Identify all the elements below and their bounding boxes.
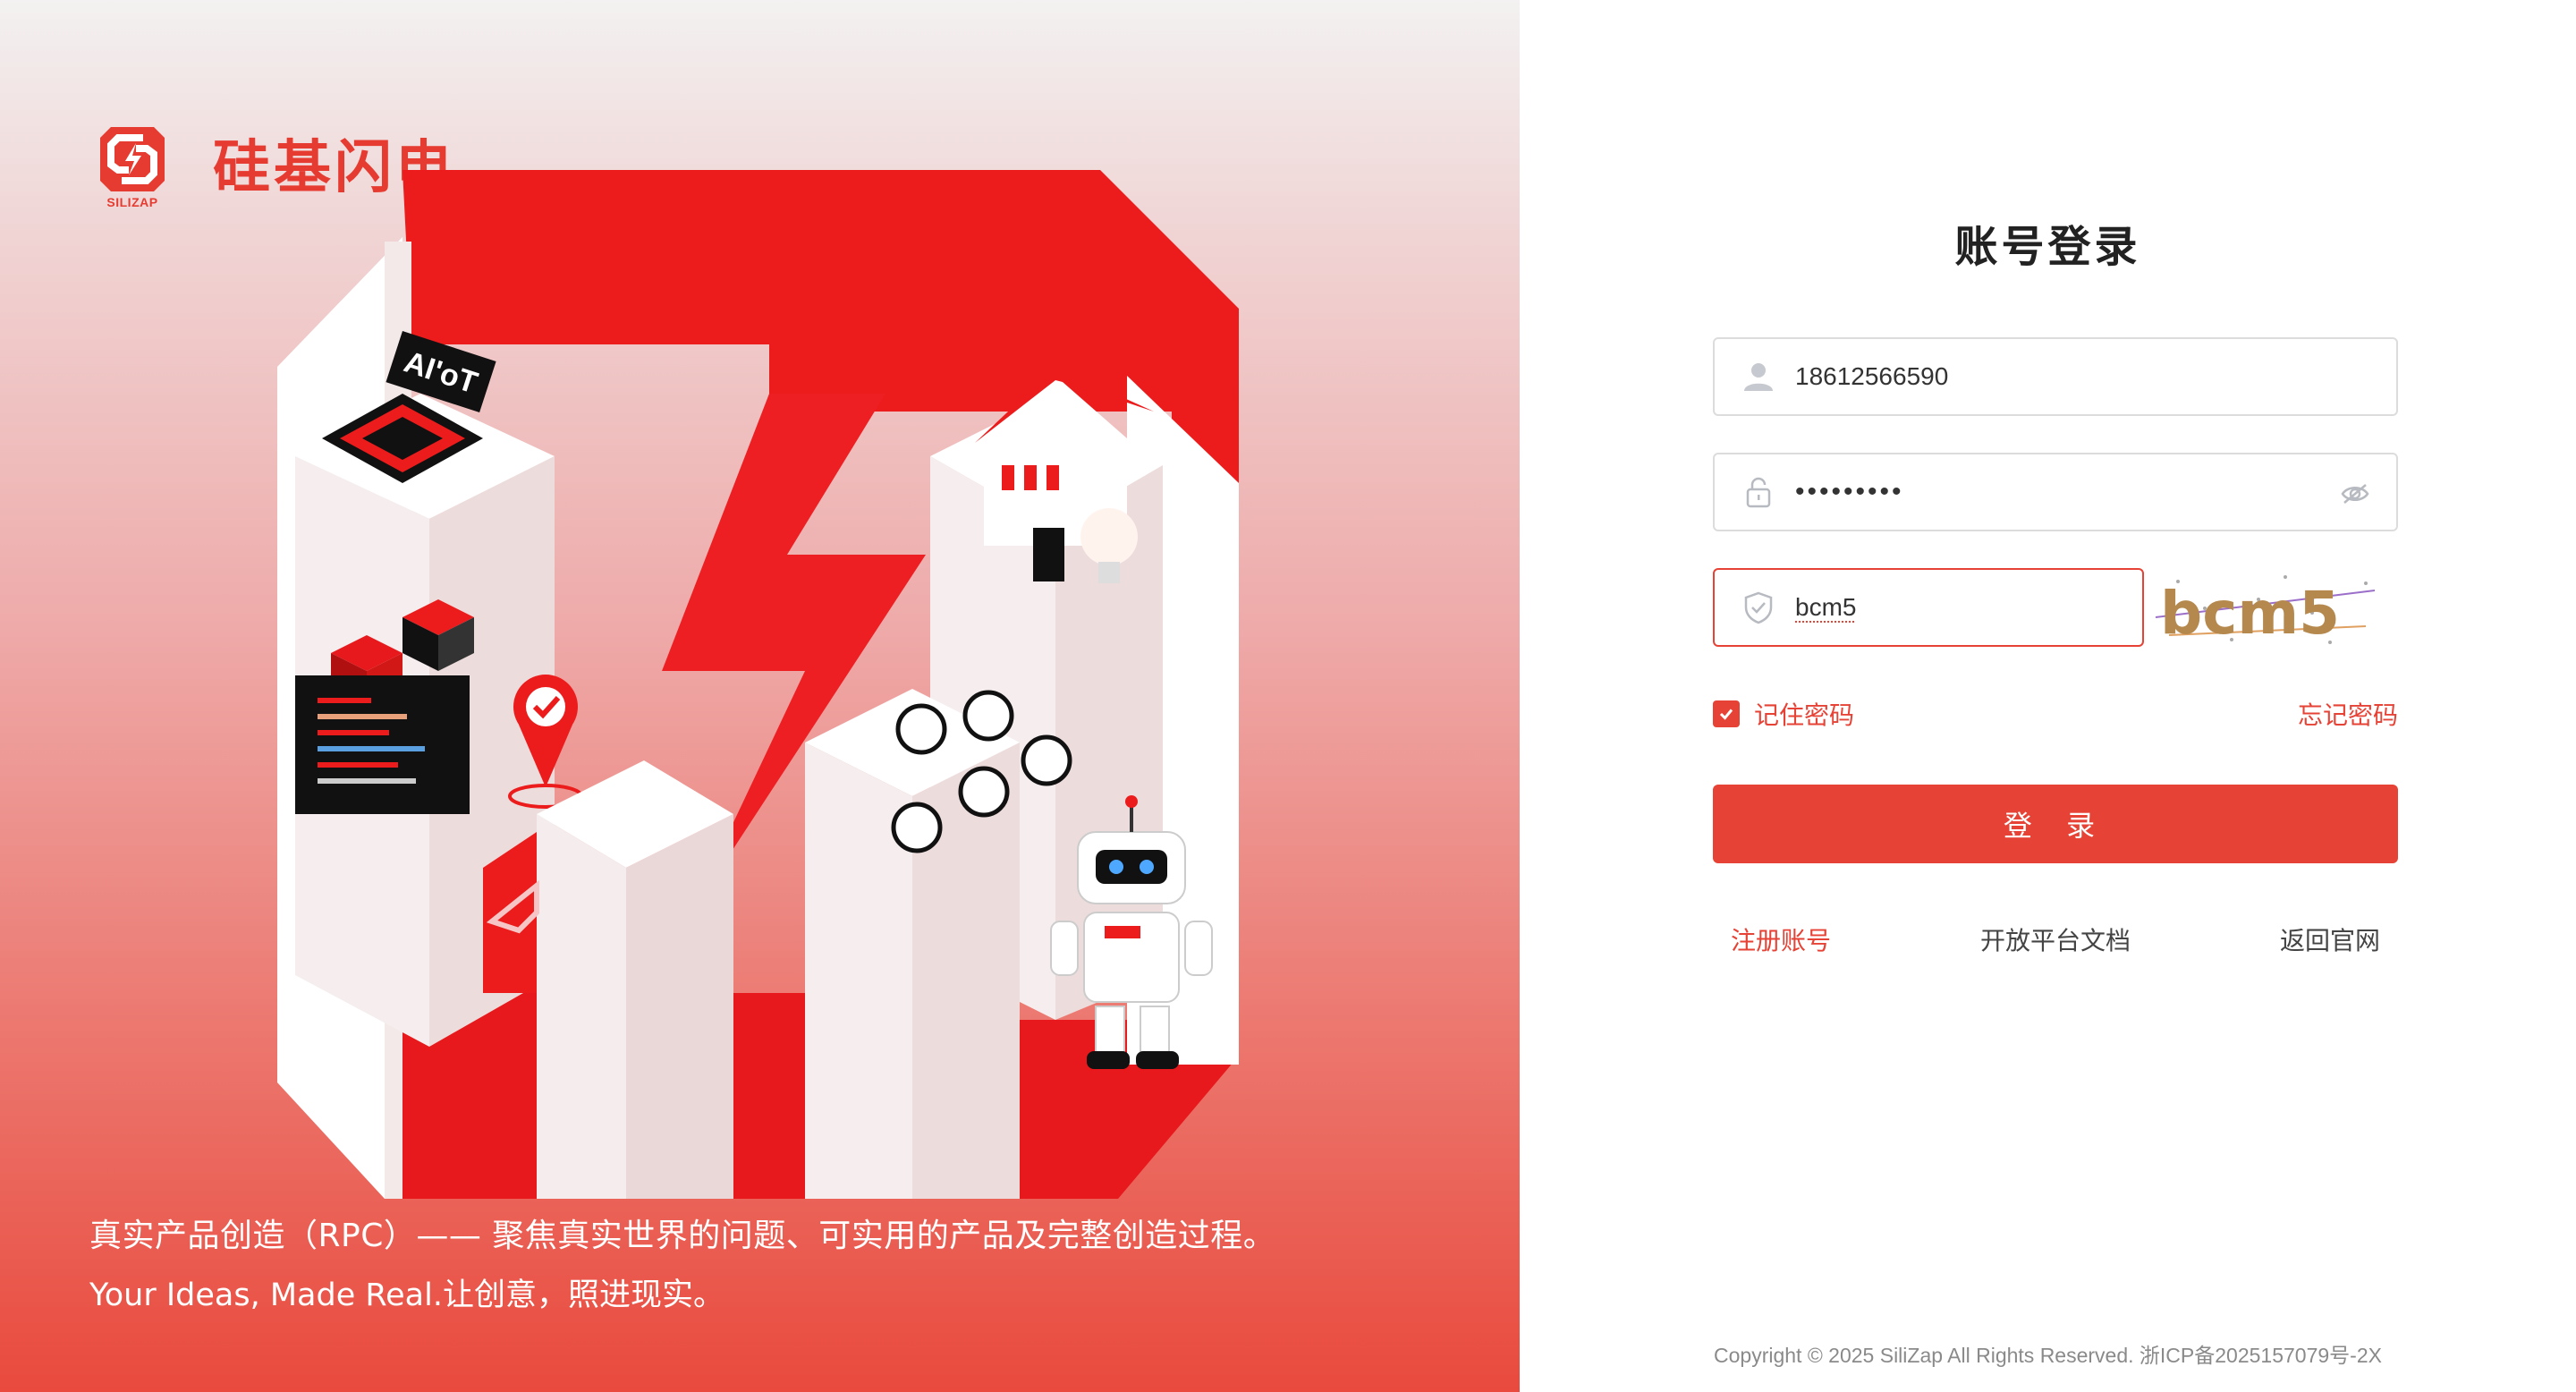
home-link[interactable]: 返回官网 [2280, 921, 2380, 957]
forgot-password-link[interactable]: 忘记密码 [2298, 696, 2398, 732]
tagline-line1: 真实产品创造（RPC）—— 聚焦真实世界的问题、可实用的产品及完整创造过程。 [89, 1218, 1276, 1254]
lock-icon [1738, 471, 1779, 513]
hero-illustration: AI'oT [277, 170, 1239, 1199]
captcha-image-text: bcm5 [2160, 579, 2340, 648]
login-button[interactable]: 登 录 [1713, 785, 2398, 863]
captcha-field[interactable]: bcm5 [1713, 568, 2144, 647]
captcha-value: bcm5 [1795, 593, 1857, 621]
user-icon [1738, 356, 1779, 397]
brand-logo-text: SILIZAP [106, 195, 158, 209]
eye-off-icon[interactable] [2337, 476, 2373, 512]
remember-label: 记住密码 [1754, 700, 1855, 730]
password-field[interactable]: ••••••••• [1713, 453, 2398, 531]
copyright: Copyright © 2025 SiliZap All Rights Rese… [1714, 1344, 2382, 1367]
password-value: ••••••••• [1795, 477, 1904, 506]
login-panel: 账号登录 18612566590 ••••••••• bcm5 bcm5 记住密… [1520, 0, 2576, 1392]
hero-panel: SILIZAP 硅基闪电 AI'oT 真实产品创造（RPC）—— 聚焦真实世界的… [0, 0, 1520, 1392]
login-title: 账号登录 [1954, 222, 2141, 272]
username-field[interactable]: 18612566590 [1713, 337, 2398, 416]
brand-logo: SILIZAP [98, 125, 166, 213]
remember-password[interactable]: 记住密码 [1713, 696, 1854, 732]
shield-check-icon [1738, 587, 1779, 628]
captcha-image[interactable]: bcm5 [2151, 564, 2384, 653]
remember-checkbox[interactable] [1713, 700, 1740, 727]
code-monitor [295, 675, 470, 814]
silizap-logo-icon [100, 127, 165, 191]
hero-tagline: 真实产品创造（RPC）—— 聚焦真实世界的问题、可实用的产品及完整创造过程。 Y… [89, 1210, 1275, 1322]
light-bulb [1080, 508, 1138, 565]
check-icon [1719, 709, 1733, 720]
tagline-line2: Your Ideas, Made Real.让创意，照进现实。 [89, 1277, 724, 1313]
username-value: 18612566590 [1795, 362, 1949, 390]
footer-links: 注册账号 开放平台文档 返回官网 [1713, 921, 2398, 957]
